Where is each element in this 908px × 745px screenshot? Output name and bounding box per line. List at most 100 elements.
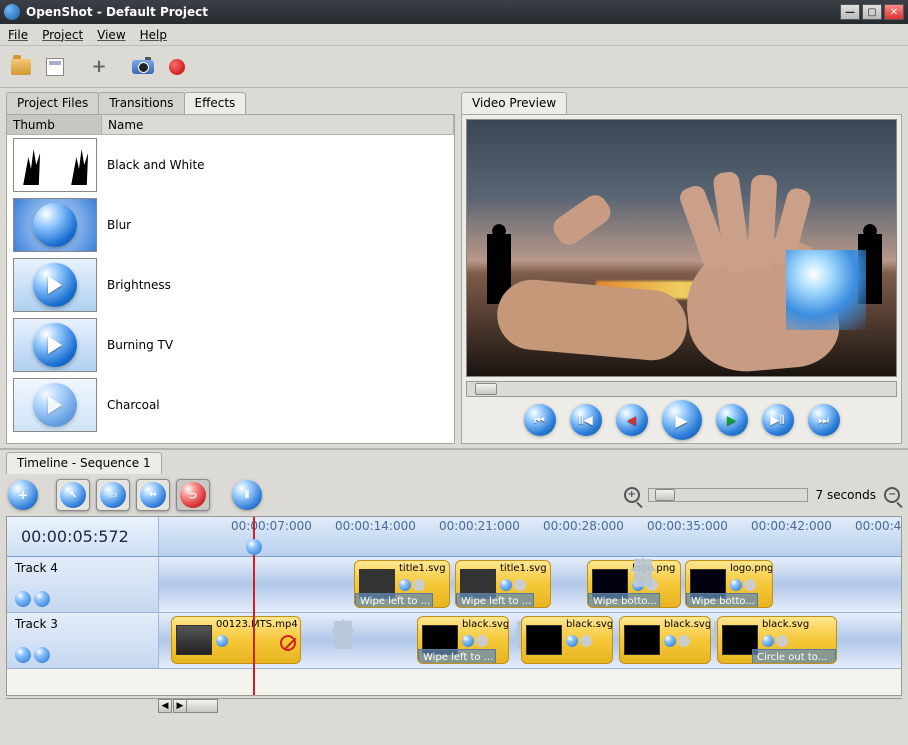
snapshot-button[interactable]	[128, 52, 158, 82]
clip-label: title1.svg	[500, 563, 547, 574]
zoom-slider[interactable]	[648, 488, 808, 502]
effect-name: Charcoal	[107, 398, 160, 412]
floppy-icon	[46, 58, 64, 76]
zoom-out-button[interactable]: −	[884, 487, 900, 503]
maximize-button[interactable]: ▢	[862, 4, 882, 20]
record-button[interactable]	[162, 52, 192, 82]
clip[interactable]: logo.png Wipe botto...	[685, 560, 773, 608]
menu-file[interactable]: File	[8, 28, 28, 42]
effect-thumb	[13, 318, 97, 372]
transition-label[interactable]: Wipe botto...	[686, 593, 758, 608]
window-titlebar: OpenShot - Default Project — ▢ ✕	[0, 0, 908, 24]
minimize-button[interactable]: —	[840, 4, 860, 20]
column-name[interactable]: Name	[102, 115, 454, 134]
clip[interactable]: 00123.MTS.mp4	[171, 616, 301, 664]
track-header[interactable]: Track 4	[7, 557, 159, 612]
scroll-right-button[interactable]: ▶	[173, 699, 187, 713]
effect-row[interactable]: Burning TV	[7, 315, 454, 375]
rewind-button[interactable]: ◀	[616, 404, 648, 436]
resize-icon: ↔	[149, 490, 157, 500]
fastforward-button[interactable]: ▶	[716, 404, 748, 436]
razor-tool-button[interactable]: ▭	[96, 479, 130, 511]
tab-video-preview[interactable]: Video Preview	[461, 92, 567, 114]
prev-marker-button[interactable]: ⦀◀	[570, 404, 602, 436]
preview-scrubber[interactable]	[466, 381, 897, 397]
snap-button[interactable]: ⊃	[176, 479, 210, 511]
clip[interactable]: title1.svg Wipe left to ...	[455, 560, 551, 608]
track-lane[interactable]: 00123.MTS.mp4 black.svg Wipe left to ...…	[159, 613, 901, 668]
effect-thumb	[13, 378, 97, 432]
track-visible-button[interactable]	[15, 591, 31, 607]
timecode-display: 00:00:05:572	[7, 517, 159, 556]
effect-name: Burning TV	[107, 338, 173, 352]
scroll-left-button[interactable]: ◀	[158, 699, 172, 713]
magnet-icon: ⊃	[188, 489, 197, 502]
track: Track 4 title1.svg Wipe left to ... titl…	[7, 557, 901, 613]
playhead[interactable]	[253, 517, 255, 695]
effect-thumb	[13, 198, 97, 252]
clip[interactable]: black.svg	[521, 616, 613, 664]
effect-row[interactable]: Charcoal	[7, 375, 454, 435]
resize-tool-button[interactable]: ↔	[136, 479, 170, 511]
video-preview[interactable]	[466, 119, 897, 377]
effect-row[interactable]: Black and White	[7, 135, 454, 195]
track-lane[interactable]: title1.svg Wipe left to ... title1.svg W…	[159, 557, 901, 612]
column-thumb[interactable]: Thumb	[7, 115, 102, 134]
forbidden-icon	[280, 635, 296, 651]
camera-icon	[132, 60, 154, 74]
tab-effects[interactable]: Effects	[184, 92, 247, 114]
add-track-button[interactable]: +	[8, 480, 38, 510]
tab-timeline[interactable]: Timeline - Sequence 1	[6, 452, 162, 474]
play-button[interactable]: ▶	[662, 400, 702, 440]
save-button[interactable]	[40, 52, 70, 82]
close-button[interactable]: ✕	[884, 4, 904, 20]
arrow-up-icon	[334, 621, 352, 649]
scroll-thumb[interactable]	[186, 699, 218, 713]
tab-transitions[interactable]: Transitions	[98, 92, 184, 114]
timeline-h-scrollbar[interactable]: ◀ ▶	[6, 698, 902, 714]
menu-help[interactable]: Help	[140, 28, 167, 42]
track-visible-button[interactable]	[15, 647, 31, 663]
timeline-ruler[interactable]: 00:00:05:572 00:00:07:000 00:00:14:000 0…	[7, 517, 901, 557]
skip-back-icon: ⏮	[534, 413, 545, 428]
menu-project[interactable]: Project	[42, 28, 83, 42]
ruler-tick: 00:00:21:000	[439, 519, 520, 533]
marker-icon: ⦀	[245, 490, 249, 501]
tab-project-files[interactable]: Project Files	[6, 92, 99, 114]
add-marker-button[interactable]: ⦀	[232, 480, 262, 510]
add-button[interactable]: +	[84, 52, 114, 82]
seek-end-button[interactable]: ⏭	[808, 404, 840, 436]
ruler-scale: 00:00:07:000 00:00:14:000 00:00:21:000 0…	[159, 517, 901, 556]
main-toolbar: +	[0, 46, 908, 88]
clip[interactable]: black.svg Wipe left to ...	[417, 616, 509, 664]
transition-label[interactable]: Wipe left to ...	[355, 593, 433, 608]
clip[interactable]: black.svg Circle out to...	[717, 616, 837, 664]
effect-row[interactable]: Brightness	[7, 255, 454, 315]
effects-list[interactable]: Black and White Blur Brightness Burning …	[7, 135, 454, 443]
menu-view[interactable]: View	[97, 28, 125, 42]
zoom-in-button[interactable]: +	[624, 487, 640, 503]
track-audio-button[interactable]	[34, 591, 50, 607]
seek-start-button[interactable]: ⏮	[524, 404, 556, 436]
transition-label[interactable]: Wipe left to ...	[418, 649, 496, 664]
timeline[interactable]: 00:00:05:572 00:00:07:000 00:00:14:000 0…	[6, 516, 902, 696]
pointer-tool-button[interactable]: ↖	[56, 479, 90, 511]
clip-label: black.svg	[664, 619, 711, 630]
clip[interactable]: title1.svg Wipe left to ...	[354, 560, 450, 608]
prev-marker-icon: ⦀◀	[578, 413, 593, 428]
effect-thumb	[13, 138, 97, 192]
next-marker-button[interactable]: ▶⦀	[762, 404, 794, 436]
track-header[interactable]: Track 3	[7, 613, 159, 668]
transition-label[interactable]: Wipe botto...	[588, 593, 660, 608]
open-button[interactable]	[6, 52, 36, 82]
track-audio-button[interactable]	[34, 647, 50, 663]
ruler-tick: 00:00:35:000	[647, 519, 728, 533]
transition-label[interactable]: Circle out to...	[752, 649, 836, 664]
effect-row[interactable]: Blur	[7, 195, 454, 255]
next-marker-icon: ▶⦀	[770, 413, 785, 428]
window-title: OpenShot - Default Project	[26, 5, 838, 19]
play-icon: ▶	[675, 411, 687, 430]
clip[interactable]: black.svg	[619, 616, 711, 664]
transition-label[interactable]: Wipe left to ...	[456, 593, 534, 608]
ruler-tick: 00:00:14:000	[335, 519, 416, 533]
